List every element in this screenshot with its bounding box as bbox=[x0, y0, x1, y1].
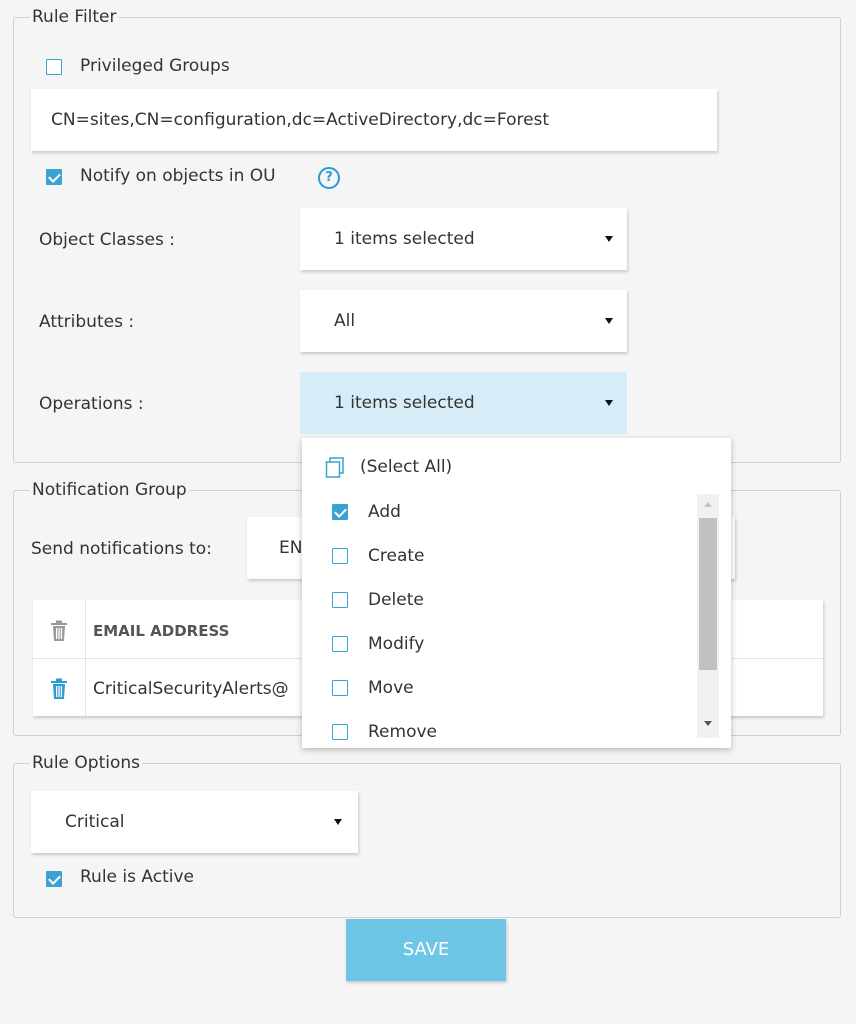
operation-checkbox[interactable] bbox=[332, 680, 348, 696]
operations-label: Operations : bbox=[39, 394, 144, 414]
chevron-down-icon bbox=[605, 400, 613, 406]
list-item[interactable]: Move bbox=[302, 666, 702, 710]
send-notifications-label: Send notifications to: bbox=[31, 539, 212, 559]
rule-options-legend: Rule Options bbox=[30, 752, 143, 774]
chevron-down-icon bbox=[605, 318, 613, 324]
operation-label: Remove bbox=[368, 722, 437, 740]
operation-checkbox[interactable] bbox=[332, 504, 348, 520]
list-item[interactable]: Remove bbox=[302, 710, 702, 740]
ou-path-field[interactable]: CN=sites,CN=configuration,dc=ActiveDirec… bbox=[31, 89, 717, 151]
operation-checkbox[interactable] bbox=[332, 636, 348, 652]
select-all-label[interactable]: (Select All) bbox=[360, 456, 452, 478]
chevron-down-icon bbox=[334, 819, 342, 825]
notify-ou-label: Notify on objects in OU bbox=[80, 166, 276, 186]
severity-select[interactable]: Critical bbox=[31, 791, 358, 853]
email-address-cell: CriticalSecurityAlerts@ bbox=[93, 679, 289, 699]
privileged-groups-checkbox[interactable] bbox=[46, 59, 62, 75]
trash-icon[interactable] bbox=[50, 620, 68, 642]
rule-active-label: Rule is Active bbox=[80, 867, 194, 887]
ou-path-value: CN=sites,CN=configuration,dc=ActiveDirec… bbox=[51, 110, 550, 130]
scroll-up-icon[interactable] bbox=[704, 502, 712, 507]
privileged-groups-label: Privileged Groups bbox=[80, 56, 230, 76]
select-all-icon[interactable] bbox=[325, 457, 345, 479]
operation-checkbox[interactable] bbox=[332, 724, 348, 740]
scrollbar-thumb[interactable] bbox=[699, 518, 717, 670]
send-notifications-value: EN bbox=[279, 538, 303, 558]
operation-label: Move bbox=[368, 678, 414, 698]
rule-filter-legend: Rule Filter bbox=[30, 6, 119, 28]
operation-label: Create bbox=[368, 546, 425, 566]
list-item[interactable]: Modify bbox=[302, 622, 702, 666]
notify-ou-checkbox[interactable] bbox=[46, 169, 62, 185]
save-button[interactable]: SAVE bbox=[346, 919, 506, 981]
object-classes-label: Object Classes : bbox=[39, 230, 175, 250]
help-icon[interactable]: ? bbox=[318, 167, 340, 189]
email-address-header: EMAIL ADDRESS bbox=[93, 622, 230, 640]
operations-value: 1 items selected bbox=[334, 393, 475, 413]
list-item[interactable]: Delete bbox=[302, 578, 702, 622]
operation-label: Delete bbox=[368, 590, 424, 610]
severity-value: Critical bbox=[65, 812, 125, 832]
object-classes-value: 1 items selected bbox=[334, 229, 475, 249]
operations-dropdown: (Select All) Add Create Delete Modify Mo… bbox=[302, 438, 731, 748]
object-classes-select[interactable]: 1 items selected bbox=[300, 208, 627, 270]
operation-label: Modify bbox=[368, 634, 425, 654]
attributes-label: Attributes : bbox=[39, 312, 135, 332]
scroll-down-icon[interactable] bbox=[704, 721, 712, 726]
trash-icon[interactable] bbox=[50, 678, 68, 700]
attributes-value: All bbox=[334, 311, 356, 331]
dropdown-scrollbar[interactable] bbox=[697, 494, 719, 738]
notification-group-legend: Notification Group bbox=[30, 479, 189, 501]
chevron-down-icon bbox=[605, 236, 613, 242]
attributes-select[interactable]: All bbox=[300, 290, 627, 352]
dropdown-list: Add Create Delete Modify Move Remove bbox=[302, 490, 702, 740]
operations-select[interactable]: 1 items selected bbox=[300, 372, 627, 434]
rule-active-checkbox[interactable] bbox=[46, 871, 62, 887]
list-item[interactable]: Create bbox=[302, 534, 702, 578]
operation-label: Add bbox=[368, 502, 401, 522]
operation-checkbox[interactable] bbox=[332, 592, 348, 608]
operation-checkbox[interactable] bbox=[332, 548, 348, 564]
list-item[interactable]: Add bbox=[302, 490, 702, 534]
